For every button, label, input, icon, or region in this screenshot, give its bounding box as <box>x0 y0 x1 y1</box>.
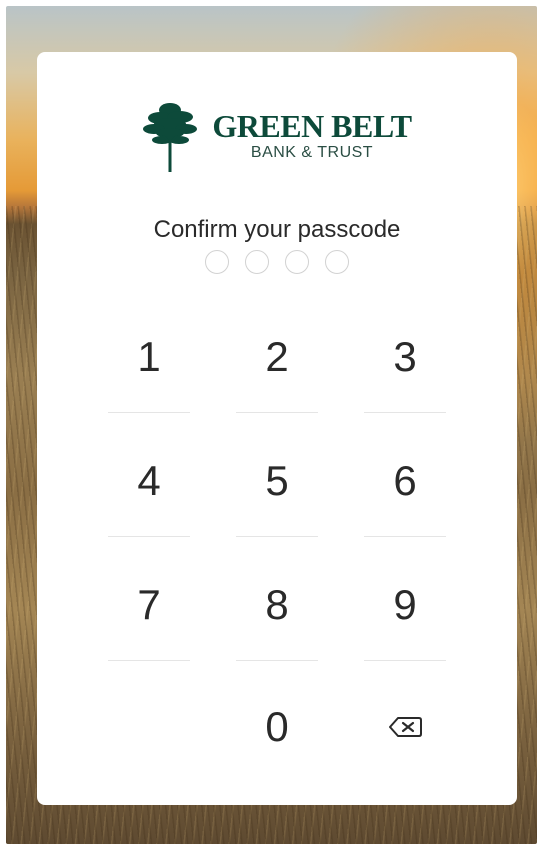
passcode-dot <box>325 250 349 274</box>
delete-button[interactable] <box>364 672 446 782</box>
key-4[interactable]: 4 <box>108 426 190 536</box>
key-0[interactable]: 0 <box>236 672 318 782</box>
key-8[interactable]: 8 <box>236 550 318 660</box>
key-divider <box>108 536 190 537</box>
tree-icon <box>143 103 198 172</box>
key-divider <box>236 536 318 537</box>
key-divider <box>108 660 190 661</box>
passcode-card: GREEN BELT BANK & TRUST Confirm your pas… <box>37 52 517 805</box>
key-7[interactable]: 7 <box>108 550 190 660</box>
backspace-icon <box>389 717 422 737</box>
brand-wordmark: GREEN BELT BANK & TRUST <box>212 108 412 162</box>
brand-logo: GREEN BELT BANK & TRUST <box>37 100 517 172</box>
key-3[interactable]: 3 <box>364 302 446 412</box>
passcode-dot <box>245 250 269 274</box>
key-divider <box>364 536 446 537</box>
key-divider <box>364 660 446 661</box>
key-5[interactable]: 5 <box>236 426 318 536</box>
passcode-indicator <box>37 250 517 274</box>
key-2[interactable]: 2 <box>236 302 318 412</box>
key-6[interactable]: 6 <box>364 426 446 536</box>
app-screen: GREEN BELT BANK & TRUST Confirm your pas… <box>6 6 537 844</box>
brand-name: GREEN BELT <box>212 108 412 144</box>
key-divider <box>364 412 446 413</box>
key-9[interactable]: 9 <box>364 550 446 660</box>
key-divider <box>108 412 190 413</box>
key-divider <box>236 412 318 413</box>
key-divider <box>236 660 318 661</box>
brand-subtitle: BANK & TRUST <box>250 144 374 161</box>
passcode-dot <box>285 250 309 274</box>
passcode-prompt: Confirm your passcode <box>153 216 401 243</box>
key-1[interactable]: 1 <box>108 302 190 412</box>
passcode-dot <box>205 250 229 274</box>
